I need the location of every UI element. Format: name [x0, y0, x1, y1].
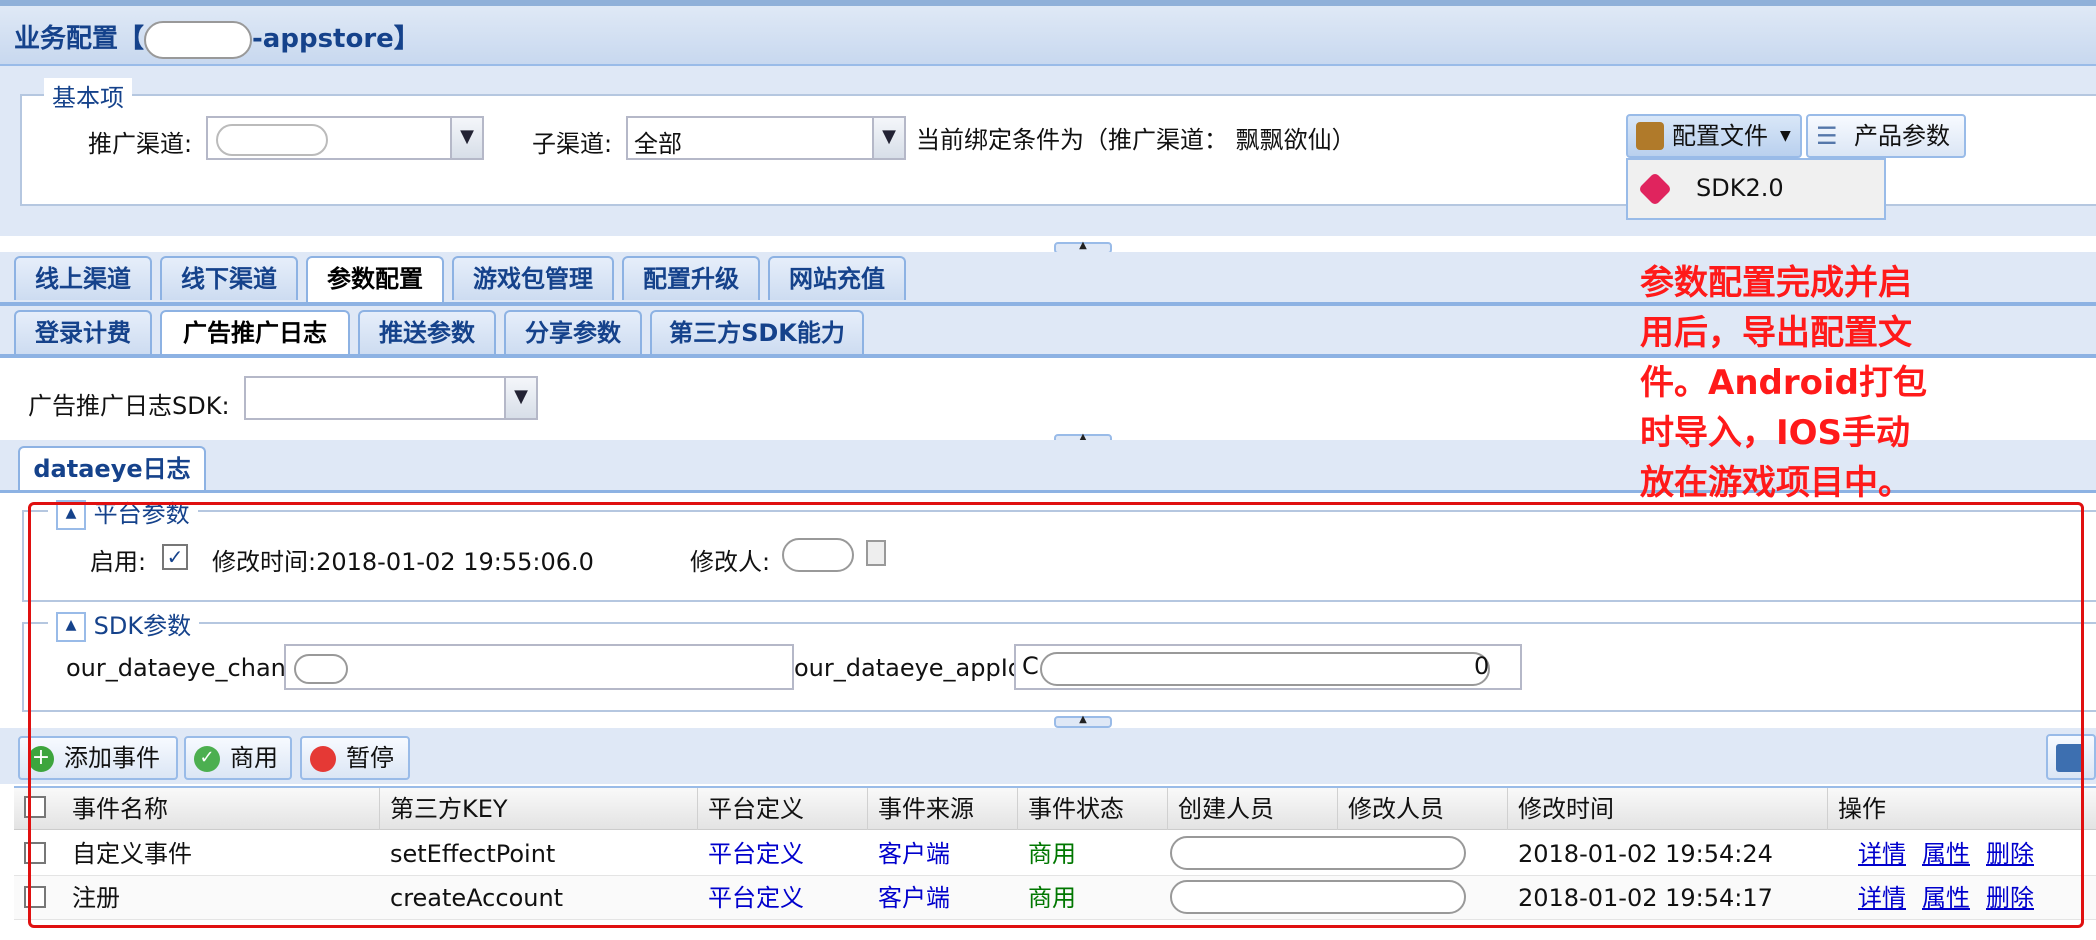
channel-select[interactable]: ▼ [206, 116, 484, 160]
redacted-channel-value [216, 124, 328, 156]
chevron-down-icon: ▼ [1780, 128, 1791, 144]
page-title: 业务配置【 -appstore】 [14, 18, 420, 59]
tab-dataeye-log[interactable]: dataeye日志 [18, 446, 206, 492]
tab-push-params[interactable]: 推送参数 [358, 310, 496, 354]
tab-config-upgrade[interactable]: 配置升级 [622, 256, 760, 300]
tab-login-billing[interactable]: 登录计费 [14, 310, 152, 354]
subchannel-label: 子渠道: [532, 130, 613, 158]
package-icon [1636, 122, 1664, 150]
channel-label: 推广渠道: [88, 130, 193, 158]
sdk-label: 广告推广日志SDK: [28, 392, 230, 420]
tab-game-package[interactable]: 游戏包管理 [452, 256, 614, 300]
menu-item-sdk2[interactable]: SDK2.0 [1696, 174, 1784, 202]
list-icon: ☰ [1816, 122, 1838, 150]
redacted-app-name [144, 20, 253, 59]
highlight-box [28, 502, 2084, 928]
product-params-button[interactable]: ☰ 产品参数 [1806, 114, 1966, 158]
config-dropdown-menu: SDK2.0 [1626, 158, 1886, 220]
binding-condition-text: 当前绑定条件为（推广渠道： 飘飘欲仙） [916, 126, 1356, 154]
tab-ad-promo-log[interactable]: 广告推广日志 [160, 310, 350, 356]
title-bar: 业务配置【 -appstore】 [0, 0, 2096, 66]
subchannel-select[interactable]: 全部 ▼ [626, 116, 906, 160]
tab-website-recharge[interactable]: 网站充值 [768, 256, 906, 300]
tab-share-params[interactable]: 分享参数 [504, 310, 642, 354]
tab-online-channel[interactable]: 线上渠道 [14, 256, 152, 300]
subchannel-value: 全部 [634, 130, 682, 158]
sdk-select[interactable]: ▼ [244, 376, 538, 420]
chevron-down-icon[interactable]: ▼ [504, 378, 536, 418]
tab-param-config[interactable]: 参数配置 [306, 256, 444, 302]
basic-legend: 基本项 [44, 78, 132, 113]
tab-third-party-sdk[interactable]: 第三方SDK能力 [650, 310, 864, 354]
annotation-note: 参数配置完成并启 用后，导出配置文 件。Android打包 时导入，IOS手动 … [1640, 263, 1927, 503]
config-file-button[interactable]: 配置文件 ▼ [1626, 114, 1802, 158]
chevron-down-icon[interactable]: ▼ [450, 118, 482, 158]
tab-offline-channel[interactable]: 线下渠道 [160, 256, 298, 300]
chevron-down-icon[interactable]: ▼ [872, 118, 904, 158]
sdk-icon [1638, 172, 1672, 206]
